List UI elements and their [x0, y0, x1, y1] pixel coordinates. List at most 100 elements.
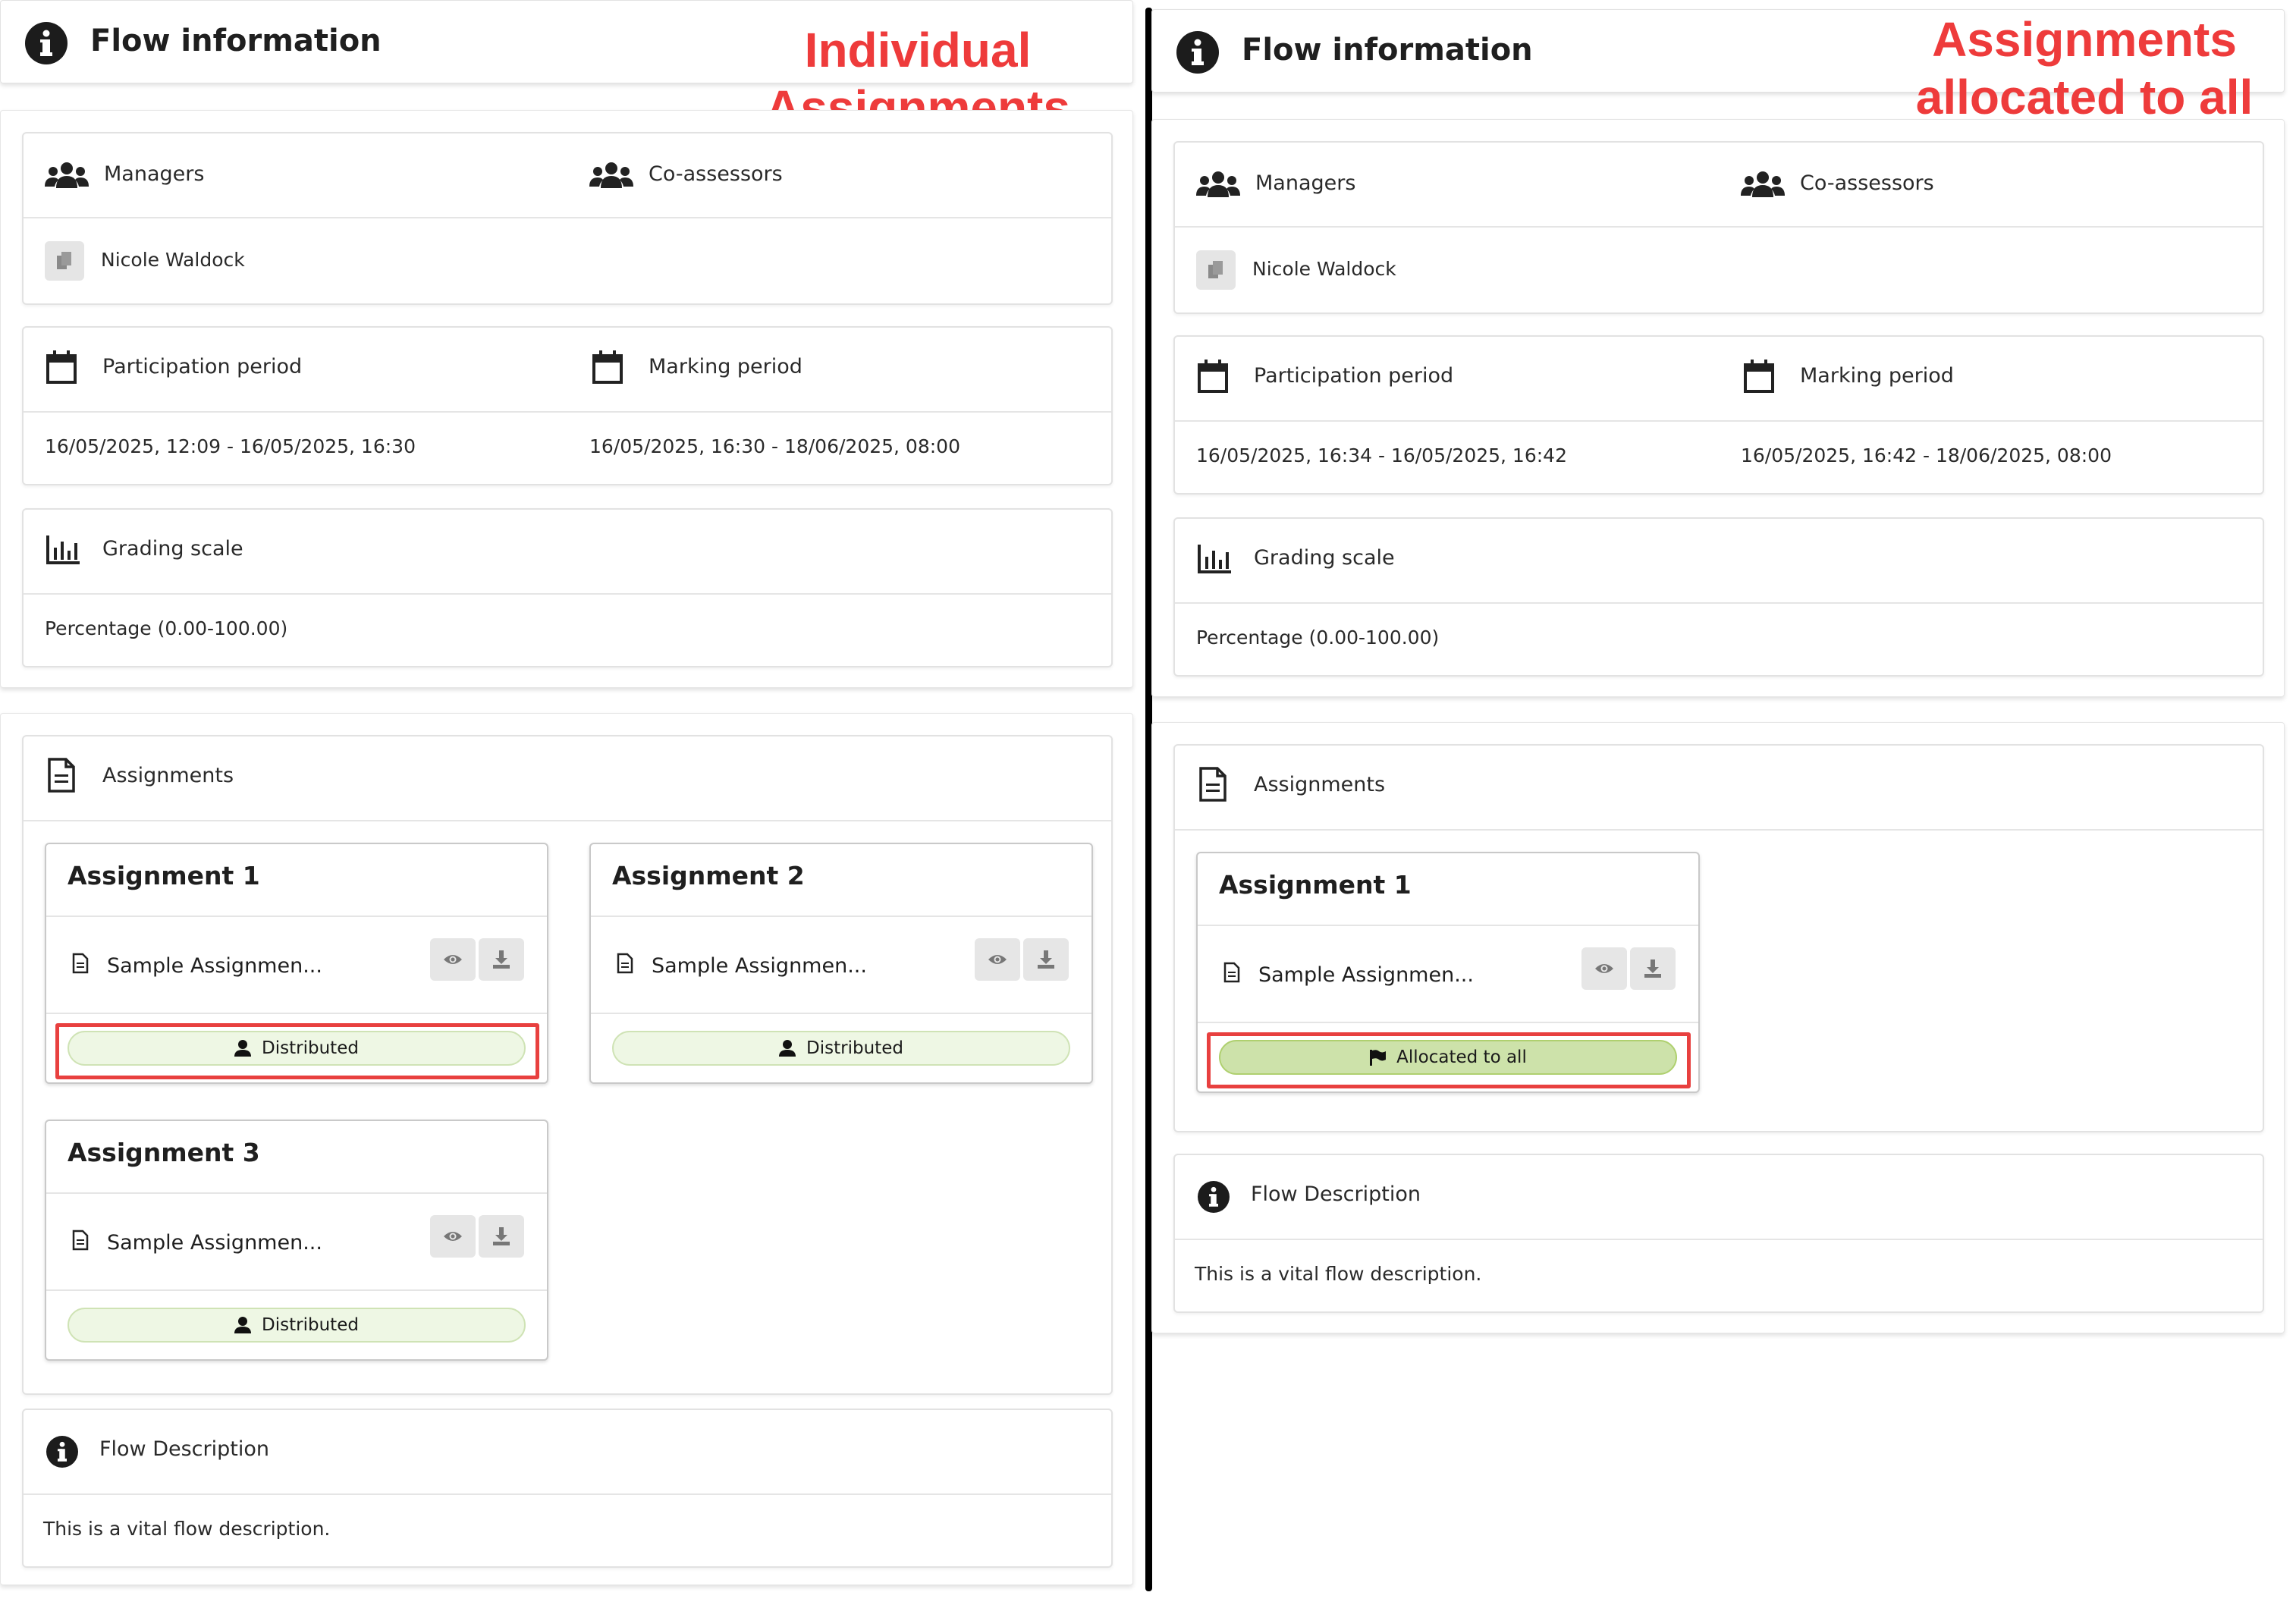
- manager-name: Nicole Waldock: [101, 249, 245, 271]
- grading-scale-label: Grading scale: [102, 537, 243, 561]
- participation-period-value: 16/05/2025, 16:34 - 16/05/2025, 16:42: [1196, 444, 1567, 466]
- grading-scale-card: Grading scale Percentage (0.00-100.00): [1173, 517, 2264, 677]
- users-group-icon: [45, 162, 89, 188]
- users-group-icon: [1196, 171, 1240, 197]
- assignment-card[interactable]: Assignment 2 Sample Assignmen... Distrib…: [589, 843, 1093, 1084]
- flow-description-card: Flow Description This is a vital flow de…: [1173, 1154, 2264, 1313]
- file-icon: [72, 953, 89, 974]
- assignment-title: Assignment 3: [68, 1138, 260, 1167]
- user-icon: [234, 1317, 252, 1333]
- marking-period-value: 16/05/2025, 16:30 - 18/06/2025, 08:00: [589, 435, 960, 457]
- grading-scale-value: Percentage (0.00-100.00): [1196, 627, 1440, 649]
- coassessors-label: Co-assessors: [1800, 171, 1934, 195]
- status-badge: Distributed: [68, 1308, 526, 1343]
- managers-card: Managers Co-assessors Nicole Waldock: [22, 132, 1113, 305]
- assignment-card[interactable]: Assignment 3 Sample Assignmen... Distrib…: [45, 1120, 548, 1361]
- info-circle-icon: [25, 22, 68, 64]
- assignments-card: Assignments Assignment 1 Sample Assignme…: [22, 735, 1113, 1395]
- download-button[interactable]: [479, 938, 524, 981]
- file-icon: [1223, 962, 1240, 983]
- avatar: [45, 241, 84, 281]
- assignment-title: Assignment 1: [1219, 870, 1412, 900]
- flow-description-value: This is a vital flow description.: [43, 1518, 331, 1540]
- coassessors-label: Co-assessors: [649, 162, 783, 186]
- document-icon: [1199, 767, 1227, 802]
- flow-description-label: Flow Description: [1251, 1182, 1421, 1206]
- calendar-icon: [1744, 360, 1774, 393]
- marking-period-label: Marking period: [1800, 364, 1954, 388]
- grading-scale-label: Grading scale: [1254, 546, 1395, 570]
- managers-label: Managers: [104, 162, 205, 186]
- document-icon: [48, 758, 75, 793]
- flow-description-label: Flow Description: [99, 1437, 269, 1461]
- info-circle-icon: [1176, 31, 1219, 74]
- assignment-card[interactable]: Assignment 1 Sample Assignmen... Allocat…: [1196, 852, 1700, 1093]
- download-icon: [493, 950, 510, 969]
- copy-icon: [57, 252, 71, 269]
- download-icon: [493, 1227, 510, 1245]
- users-group-icon: [1741, 171, 1785, 197]
- eye-icon: [444, 955, 462, 964]
- periods-card: Participation period Marking period 16/0…: [22, 326, 1113, 485]
- managers-label: Managers: [1255, 171, 1356, 195]
- periods-card: Participation period Marking period 16/0…: [1173, 335, 2264, 495]
- panel-individual-assignments: Flow information Individual Assignments …: [0, 0, 1138, 1599]
- status-badge: Distributed: [612, 1031, 1070, 1066]
- assignments-label: Assignments: [1254, 773, 1386, 796]
- eye-icon: [444, 1232, 462, 1241]
- view-button[interactable]: [430, 1215, 476, 1258]
- user-icon: [779, 1040, 796, 1057]
- file-icon: [617, 953, 633, 974]
- info-circle-icon: [1198, 1181, 1230, 1213]
- calendar-icon: [592, 350, 623, 384]
- file-icon: [72, 1230, 89, 1251]
- download-button[interactable]: [479, 1215, 524, 1258]
- panel-allocated-to-all: Flow information Assignments allocated t…: [1151, 9, 2289, 1608]
- assignments-section: Assignments Assignment 1 Sample Assignme…: [1151, 722, 2285, 1333]
- bar-chart-icon: [46, 535, 80, 564]
- view-button[interactable]: [975, 938, 1020, 981]
- eye-icon: [988, 955, 1007, 964]
- file-name[interactable]: Sample Assignmen...: [107, 1231, 322, 1255]
- download-icon: [1644, 959, 1661, 978]
- assignments-section: Assignments Assignment 1 Sample Assignme…: [0, 713, 1133, 1585]
- view-button[interactable]: [430, 938, 476, 981]
- avatar: [1196, 250, 1236, 290]
- file-name[interactable]: Sample Assignmen...: [107, 954, 322, 978]
- download-button[interactable]: [1023, 938, 1069, 981]
- highlight-box: [1207, 1032, 1691, 1088]
- assignment-card[interactable]: Assignment 1 Sample Assignmen... Distrib…: [45, 843, 548, 1084]
- assignment-title: Assignment 1: [68, 861, 260, 890]
- grading-scale-card: Grading scale Percentage (0.00-100.00): [22, 508, 1113, 667]
- bar-chart-icon: [1198, 545, 1231, 573]
- page-title: Flow information: [1242, 33, 1533, 68]
- participation-period-value: 16/05/2025, 12:09 - 16/05/2025, 16:30: [45, 435, 416, 457]
- file-name[interactable]: Sample Assignmen...: [1258, 963, 1474, 987]
- calendar-icon: [46, 350, 77, 384]
- grading-scale-value: Percentage (0.00-100.00): [45, 617, 288, 639]
- annotation-label: Assignments allocated to all: [1915, 12, 2254, 124]
- flow-details-section: Managers Co-assessors Nicole Waldock Par…: [1151, 119, 2285, 697]
- flow-description-card: Flow Description This is a vital flow de…: [22, 1409, 1113, 1568]
- page-title: Flow information: [90, 24, 382, 58]
- highlight-box: [55, 1023, 539, 1079]
- eye-icon: [1595, 964, 1613, 973]
- file-name[interactable]: Sample Assignmen...: [652, 954, 867, 978]
- info-circle-icon: [46, 1436, 78, 1468]
- participation-period-label: Participation period: [102, 355, 303, 378]
- assignments-label: Assignments: [102, 764, 234, 787]
- calendar-icon: [1198, 360, 1228, 393]
- users-group-icon: [589, 162, 633, 188]
- view-button[interactable]: [1581, 947, 1627, 990]
- flow-details-section: Managers Co-assessors Nicole Waldock Par…: [0, 110, 1133, 688]
- download-button[interactable]: [1630, 947, 1676, 990]
- flow-description-value: This is a vital flow description.: [1195, 1263, 1482, 1285]
- managers-card: Managers Co-assessors Nicole Waldock: [1173, 141, 2264, 314]
- manager-name: Nicole Waldock: [1252, 258, 1396, 280]
- copy-icon: [1208, 261, 1223, 278]
- assignments-card: Assignments Assignment 1 Sample Assignme…: [1173, 744, 2264, 1132]
- marking-period-label: Marking period: [649, 355, 803, 378]
- participation-period-label: Participation period: [1254, 364, 1454, 388]
- marking-period-value: 16/05/2025, 16:42 - 18/06/2025, 08:00: [1741, 444, 2112, 466]
- download-icon: [1038, 950, 1054, 969]
